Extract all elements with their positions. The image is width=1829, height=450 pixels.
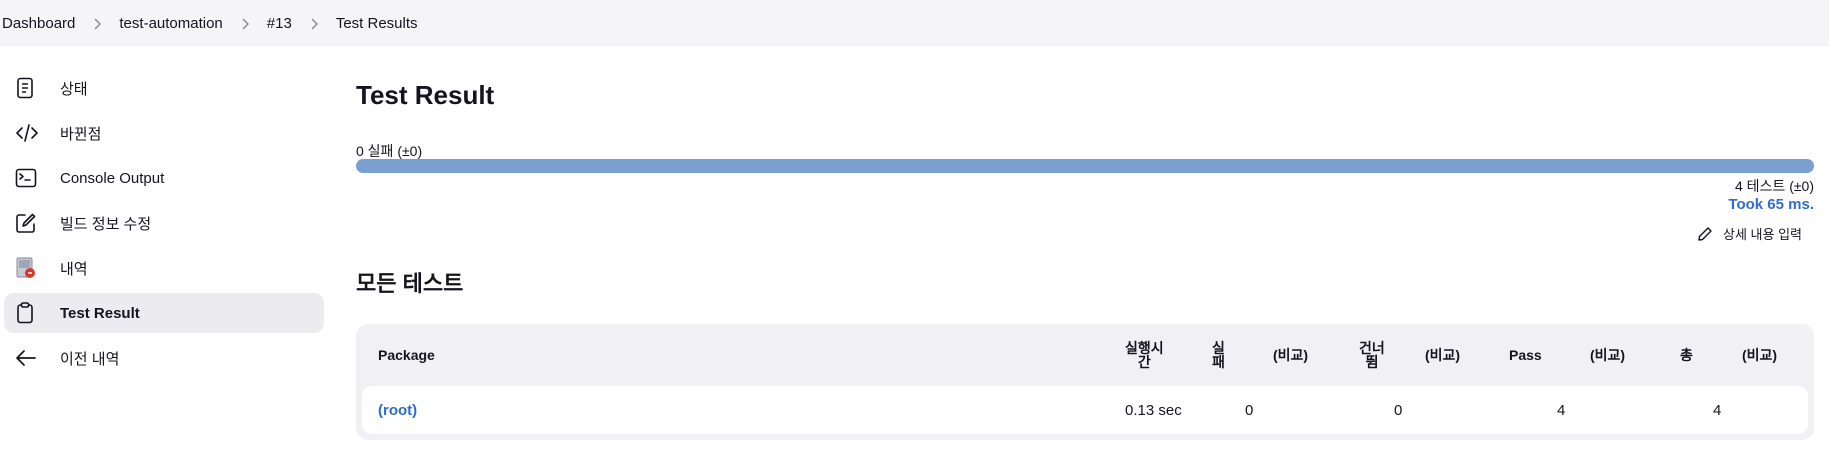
- sidebar-item-label: 빌드 정보 수정: [60, 215, 152, 233]
- cell-fail: 0: [1245, 402, 1254, 419]
- chevron-right-icon: [223, 15, 267, 31]
- sidebar-item-label: 내역: [60, 260, 88, 278]
- sidebar-item-console-output[interactable]: Console Output: [4, 158, 324, 198]
- code-icon: [15, 121, 41, 145]
- breadcrumb-test-results[interactable]: Test Results: [336, 15, 418, 32]
- column-header-fail-diff[interactable]: (비교): [1273, 348, 1308, 362]
- table-row: (root) 0.13 sec 0 0 4 4: [362, 386, 1808, 434]
- edit-description-button[interactable]: 상세 내용 입력: [1697, 224, 1802, 243]
- clipboard-icon: [15, 301, 41, 325]
- breadcrumb-project[interactable]: test-automation: [119, 15, 222, 32]
- page-title: Test Result: [356, 80, 495, 110]
- duration-link[interactable]: Took 65 ms.: [1728, 196, 1814, 213]
- column-header-skip-diff[interactable]: (비교): [1425, 348, 1460, 362]
- sidebar-item-previous-history[interactable]: 이전 내역: [4, 338, 324, 378]
- breadcrumb-dashboard[interactable]: Dashboard: [2, 15, 75, 32]
- edit-square-icon: [15, 211, 41, 235]
- sidebar-item-label: Console Output: [60, 169, 165, 187]
- sidebar-item-changes[interactable]: 바뀐점: [4, 113, 324, 153]
- fail-summary: 0 실패 (±0): [356, 143, 423, 159]
- test-results-table: Package 실행시 간 실 패 (비교) 건너 뜀 (비교) Pass (비…: [356, 324, 1814, 440]
- history-icon: [15, 256, 41, 280]
- package-link[interactable]: (root): [378, 402, 417, 419]
- sidebar-item-label: Test Result: [60, 304, 140, 322]
- test-progress-bar: [356, 159, 1814, 173]
- sidebar-item-label: 상태: [60, 80, 88, 98]
- terminal-icon: [15, 166, 41, 190]
- document-icon: [15, 76, 41, 100]
- sidebar-item-label: 이전 내역: [60, 350, 120, 368]
- cell-pass: 4: [1557, 402, 1566, 419]
- chevron-right-icon: [292, 15, 336, 31]
- column-header-total[interactable]: 총: [1680, 348, 1693, 362]
- sidebar-item-label: 바뀐점: [60, 125, 102, 143]
- sidebar-item-edit-build-info[interactable]: 빌드 정보 수정: [4, 203, 324, 243]
- all-tests-heading: 모든 테스트: [356, 271, 464, 296]
- chevron-right-icon: [75, 15, 119, 31]
- sidebar-item-status[interactable]: 상태: [4, 68, 324, 108]
- column-header-pass[interactable]: Pass: [1509, 348, 1542, 362]
- column-header-total-diff[interactable]: (비교): [1742, 348, 1777, 362]
- cell-total: 4: [1713, 402, 1722, 419]
- edit-description-label: 상세 내용 입력: [1723, 227, 1802, 242]
- column-header-fail[interactable]: 실 패: [1212, 341, 1225, 369]
- cell-duration: 0.13 sec: [1125, 402, 1182, 419]
- arrow-left-icon: [15, 346, 41, 370]
- tests-summary: 4 테스트 (±0): [1735, 178, 1814, 194]
- column-header-duration[interactable]: 실행시 간: [1125, 341, 1164, 369]
- sidebar-item-history[interactable]: 내역: [4, 248, 324, 288]
- table-header: Package 실행시 간 실 패 (비교) 건너 뜀 (비교) Pass (비…: [356, 324, 1814, 386]
- sidebar-item-test-result[interactable]: Test Result: [4, 293, 324, 333]
- column-header-package[interactable]: Package: [378, 348, 435, 362]
- cell-skip: 0: [1394, 402, 1403, 419]
- column-header-pass-diff[interactable]: (비교): [1590, 348, 1625, 362]
- breadcrumb: Dashboard test-automation #13 Test Resul…: [0, 0, 1829, 46]
- pencil-icon: [1698, 226, 1712, 241]
- breadcrumb-build[interactable]: #13: [267, 15, 292, 32]
- column-header-skip[interactable]: 건너 뜀: [1359, 341, 1385, 369]
- sidebar: 상태 바뀐점 Console Output 빌드 정보 수정 내역 Test R…: [4, 68, 324, 383]
